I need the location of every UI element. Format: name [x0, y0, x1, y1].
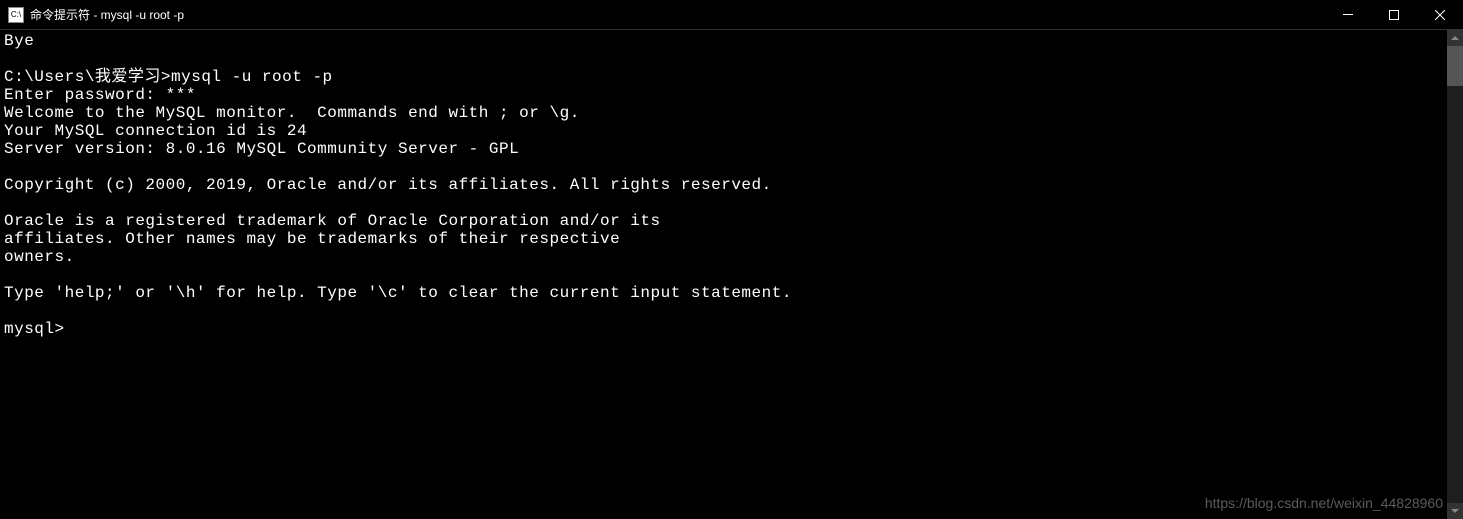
terminal-output[interactable]: Bye C:\Users\我爱学习>mysql -u root -p Enter… — [0, 30, 1447, 519]
titlebar-left: C:\ 命令提示符 - mysql -u root -p — [8, 6, 184, 23]
scrollbar-up-button[interactable] — [1447, 30, 1463, 46]
window-title: 命令提示符 - mysql -u root -p — [30, 6, 184, 23]
window-controls — [1325, 0, 1463, 29]
close-icon — [1435, 10, 1445, 20]
minimize-button[interactable] — [1325, 0, 1371, 29]
close-button[interactable] — [1417, 0, 1463, 29]
vertical-scrollbar[interactable] — [1447, 30, 1463, 519]
maximize-button[interactable] — [1371, 0, 1417, 29]
chevron-up-icon — [1451, 36, 1459, 40]
terminal-wrapper: Bye C:\Users\我爱学习>mysql -u root -p Enter… — [0, 30, 1463, 519]
chevron-down-icon — [1451, 509, 1459, 513]
scrollbar-down-button[interactable] — [1447, 503, 1463, 519]
scrollbar-thumb[interactable] — [1447, 46, 1463, 86]
watermark-text: https://blog.csdn.net/weixin_44828960 — [1205, 495, 1443, 511]
maximize-icon — [1389, 10, 1399, 20]
window-titlebar: C:\ 命令提示符 - mysql -u root -p — [0, 0, 1463, 30]
minimize-icon — [1343, 14, 1353, 15]
cmd-app-icon: C:\ — [8, 7, 24, 23]
